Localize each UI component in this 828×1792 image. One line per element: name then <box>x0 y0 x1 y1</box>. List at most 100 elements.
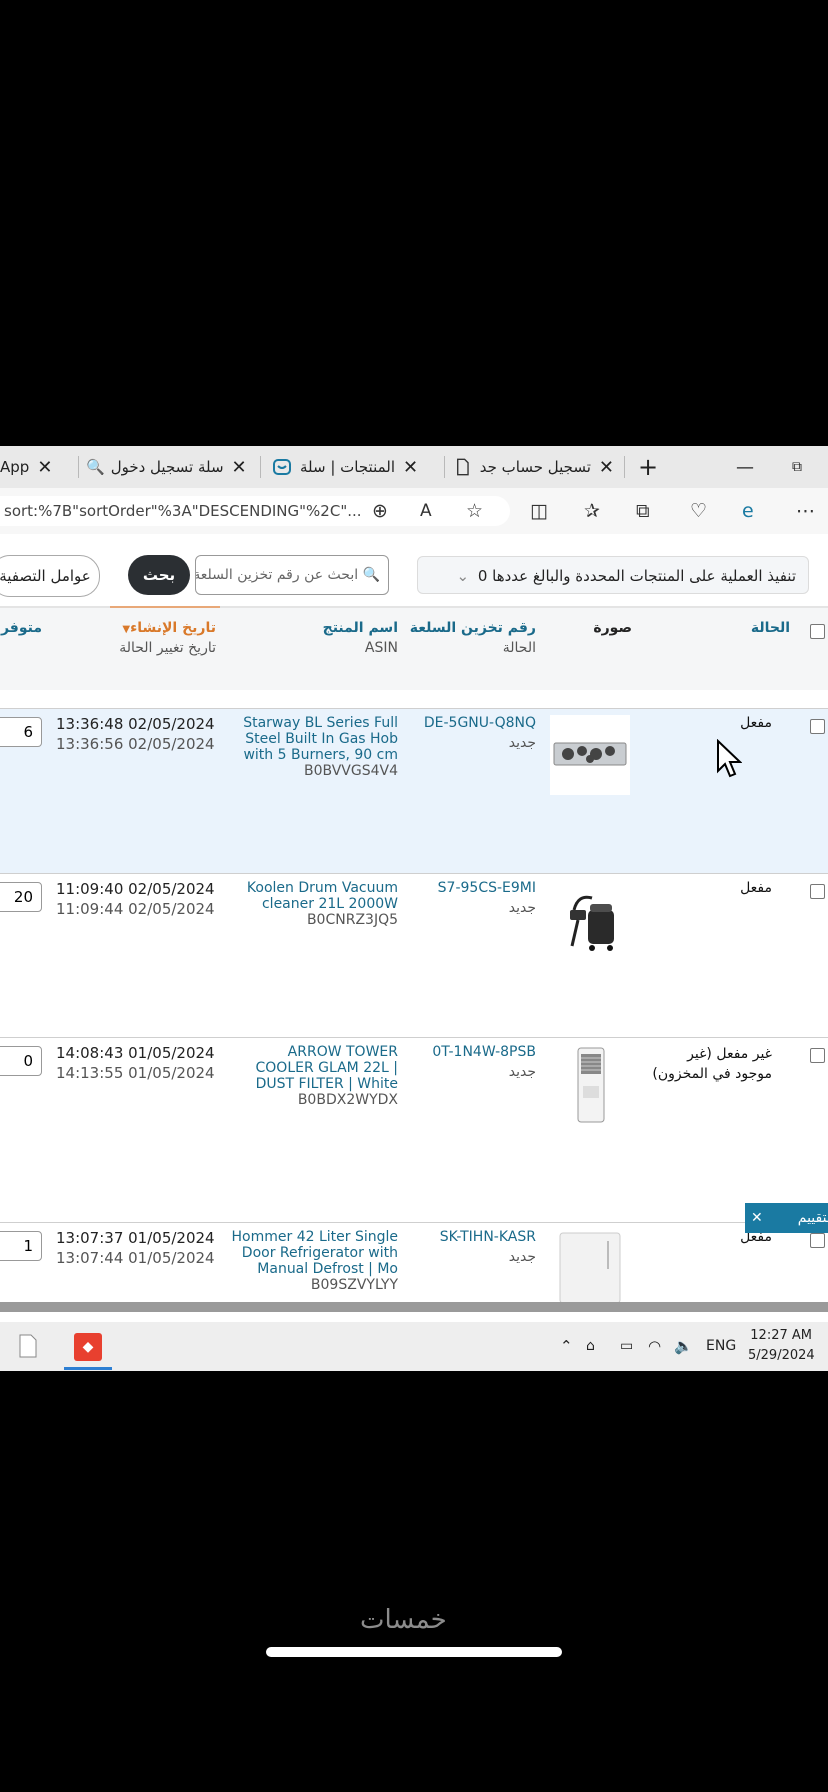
tab-products-salla[interactable]: المنتجات | سلة ✕ <box>268 446 438 488</box>
close-icon[interactable]: ✕ <box>37 457 52 478</box>
header-created-label: تاريخ الإنشاء <box>130 620 216 636</box>
status-text: غير مفعل (غير موجود في المخزون) <box>652 1046 772 1082</box>
asin-text: B09SZVYLYY <box>310 1277 398 1293</box>
tab-label: تسجيل حساب جد <box>479 458 591 476</box>
url-field[interactable]: sort:%7B"sortOrder"%3A"DESCENDING"%2C"..… <box>0 496 510 526</box>
url-text: sort:%7B"sortOrder"%3A"DESCENDING"%2C"..… <box>4 502 362 520</box>
product-image[interactable] <box>550 1044 630 1124</box>
rating-widget[interactable]: التقييم ✕ <box>745 1203 828 1233</box>
changed-date: 11:09:44 02/05/2024 <box>56 900 215 918</box>
favorites-icon[interactable]: ✰ <box>584 488 600 534</box>
network-device-icon[interactable]: ⌂ <box>586 1322 595 1371</box>
row-checkbox[interactable] <box>810 1048 825 1063</box>
new-tab-button[interactable]: + <box>638 446 662 488</box>
mouse-cursor-icon <box>717 739 742 778</box>
product-name-link[interactable]: Starway BL Series Full Steel Built In Ga… <box>228 715 398 763</box>
asin-text: B0BDX2WYDX <box>297 1092 398 1108</box>
anydesk-icon[interactable]: ◆ <box>74 1333 102 1361</box>
changed-date: 13:36:56 02/05/2024 <box>56 735 215 753</box>
watermark-logo: خمسات <box>360 1605 447 1635</box>
filters-button[interactable]: عوامل التصفية <box>0 555 100 597</box>
address-bar: sort:%7B"sortOrder"%3A"DESCENDING"%2C"..… <box>0 488 828 534</box>
changed-date: 14:13:55 01/05/2024 <box>56 1064 215 1082</box>
sku-link[interactable]: SK-TIHN-KASR <box>440 1229 536 1245</box>
row-checkbox[interactable] <box>810 1233 825 1248</box>
wifi-icon[interactable]: ◠ <box>648 1322 661 1371</box>
horizontal-scrollbar[interactable] <box>0 1302 828 1312</box>
restore-icon[interactable]: ⧉ <box>792 446 812 488</box>
header-available[interactable]: متوفر <box>1 620 42 636</box>
clock[interactable]: 12:27 AM 5/29/2024 <box>748 1326 815 1366</box>
bulk-action-dropdown[interactable]: تنفيذ العملية على المنتجات المحددة والبا… <box>417 556 809 594</box>
products-page: تنفيذ العملية على المنتجات المحددة والبا… <box>0 534 828 1317</box>
sku-link[interactable]: DE-5GNU-Q8NQ <box>424 715 536 731</box>
rating-label: التقييم <box>797 1210 828 1226</box>
product-name-link[interactable]: ARROW TOWER COOLER GLAM 22L | DUST FILTE… <box>228 1044 399 1092</box>
favorite-star-icon[interactable]: ☆ <box>466 488 483 534</box>
sku-link[interactable]: 0T-1N4W-8PSB <box>432 1044 536 1060</box>
condition-text: جديد <box>508 1249 536 1265</box>
search-icon: 🔍 <box>86 458 105 476</box>
quantity-input[interactable]: 1 <box>0 1231 42 1261</box>
row-checkbox[interactable] <box>810 719 825 734</box>
created-date: 13:07:37 01/05/2024 <box>56 1229 215 1247</box>
search-icon: 🔍 <box>362 567 380 583</box>
sort-down-icon: ▼ <box>122 624 131 635</box>
tab-register[interactable]: تسجيل حساب جد ✕ <box>452 446 622 488</box>
created-date: 11:09:40 02/05/2024 <box>56 880 215 898</box>
browser-window: App ✕ 🔍 سلة تسجيل دخول ✕ المنتجات | سلة … <box>0 446 828 1371</box>
quantity-input[interactable]: 6 <box>0 717 42 747</box>
tab-label: سلة تسجيل دخول <box>110 458 224 476</box>
tab-salla-login[interactable]: 🔍 سلة تسجيل دخول ✕ <box>86 446 254 488</box>
asin-text: B0BVVGS4V4 <box>304 763 398 779</box>
language-indicator[interactable]: ENG <box>706 1322 736 1371</box>
chevron-up-icon[interactable]: ⌃ <box>560 1322 573 1371</box>
sku-search-input[interactable]: 🔍 ابحث عن رقم تخزين السلعة <box>195 555 389 595</box>
bulk-action-label: تنفيذ العملية على المنتجات المحددة والبا… <box>477 567 796 585</box>
table-header: الحالة صورة رقم تخزين السلعة الحالة اسم … <box>0 606 828 690</box>
tab-label: App <box>0 458 30 476</box>
close-icon[interactable]: ✕ <box>751 1203 763 1233</box>
quantity-input[interactable]: 0 <box>0 1046 42 1076</box>
product-name-link[interactable]: Hommer 42 Liter Single Door Refrigerator… <box>228 1229 399 1277</box>
sku-link[interactable]: S7-95CS-E9MI <box>438 880 536 896</box>
header-sku[interactable]: رقم تخزين السلعة <box>410 620 536 636</box>
product-name-link[interactable]: Koolen Drum Vacuum cleaner 21L 2000W <box>228 880 398 912</box>
quantity-input[interactable]: 20 <box>0 882 42 912</box>
header-created[interactable]: تاريخ الإنشاء▼ <box>122 620 216 636</box>
close-icon[interactable]: ✕ <box>232 457 247 478</box>
zoom-icon[interactable]: ⊕ <box>372 488 388 534</box>
table-row[interactable]: مفعل S7-95CS-E9MI جديد Koolen Drum Vacuu… <box>0 873 828 1037</box>
close-icon[interactable]: ✕ <box>403 457 418 478</box>
minimize-icon[interactable]: — <box>736 446 756 488</box>
split-screen-icon[interactable]: ◫ <box>530 488 548 534</box>
collections-icon[interactable]: ⧉ <box>636 488 650 534</box>
camera-icon[interactable]: ▭ <box>620 1322 633 1371</box>
file-icon[interactable] <box>18 1334 38 1358</box>
table-row[interactable]: مفعل DE-5GNU-Q8NQ جديد Starway BL Series… <box>0 708 828 873</box>
changed-date: 13:07:44 01/05/2024 <box>56 1249 215 1267</box>
table-row[interactable]: غير مفعل (غير موجود في المخزون) 0T-1N4W-… <box>0 1037 828 1222</box>
more-menu-icon[interactable]: ⋯ <box>796 488 815 534</box>
row-checkbox[interactable] <box>810 884 825 899</box>
header-name[interactable]: اسم المنتج <box>323 620 398 636</box>
salla-icon <box>273 459 291 475</box>
edge-icon[interactable]: e <box>742 488 754 534</box>
header-status[interactable]: الحالة <box>751 620 790 636</box>
status-text: مفعل <box>740 880 772 896</box>
read-aloud-icon[interactable]: A <box>420 488 432 534</box>
close-icon[interactable]: ✕ <box>599 457 614 478</box>
taskbar: ◆ ⌃ ⌂ ▭ ◠ 🔈 ENG 12:27 AM 5/29/2024 <box>0 1322 828 1371</box>
volume-icon[interactable]: 🔈 <box>674 1322 693 1371</box>
product-image[interactable] <box>550 715 630 795</box>
search-button[interactable]: بحث <box>128 555 190 595</box>
health-icon[interactable]: ♡ <box>690 488 707 534</box>
product-image[interactable] <box>550 1229 630 1305</box>
select-all-checkbox[interactable] <box>810 624 825 639</box>
tab-app[interactable]: App ✕ <box>0 446 60 488</box>
created-date: 14:08:43 01/05/2024 <box>56 1044 215 1062</box>
product-image[interactable] <box>550 880 630 960</box>
header-image: صورة <box>593 620 632 636</box>
home-indicator[interactable] <box>266 1647 562 1657</box>
clock-time: 12:27 AM <box>750 1328 812 1343</box>
